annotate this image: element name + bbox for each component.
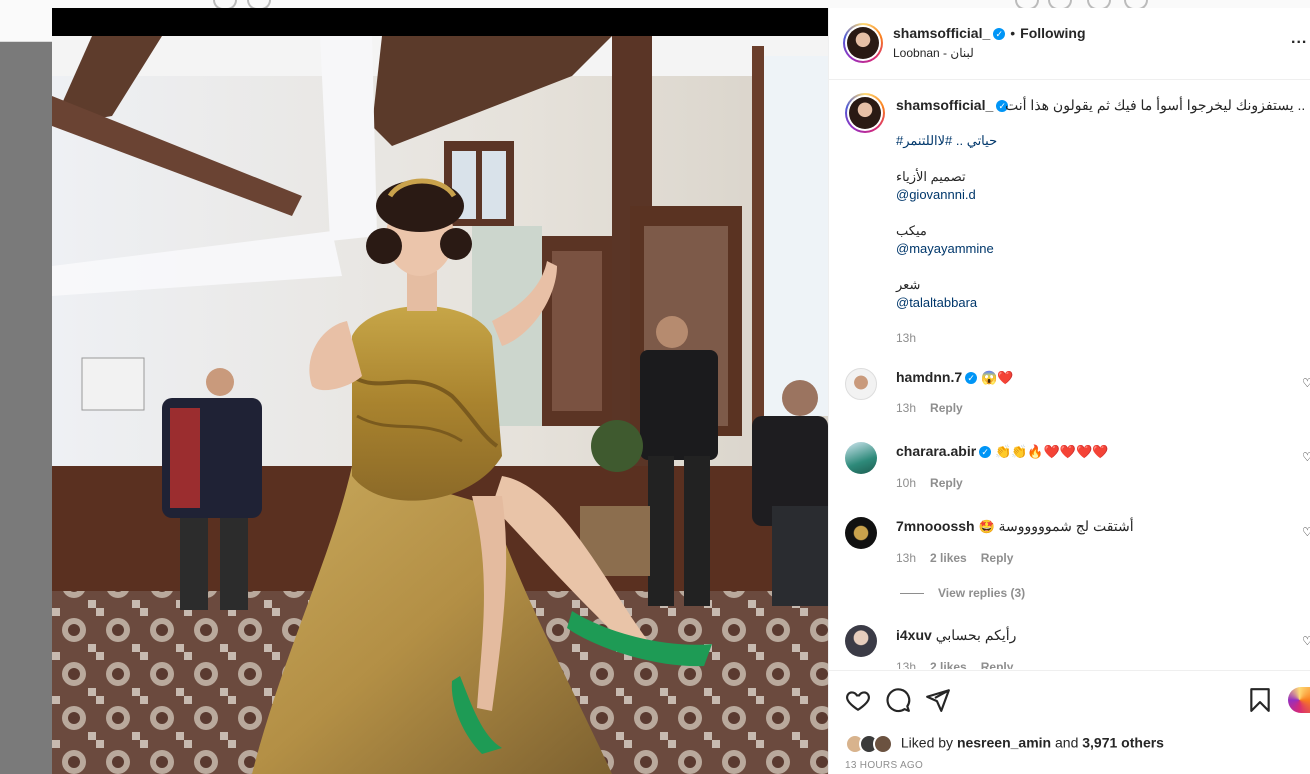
replies-divider [900, 593, 924, 595]
caption-text: .. يستفزونك ليخرجوا أسوأ ما فيك ثم يقولو… [1005, 97, 1306, 113]
comment-username[interactable]: hamdnn.7 [896, 369, 962, 385]
comment: i4xuv رأيكم بحسابي [896, 627, 1016, 644]
author-avatar[interactable] [843, 23, 883, 63]
share-icon[interactable] [925, 687, 951, 713]
caption-username[interactable]: shamsofficial_ [896, 97, 993, 113]
comment-text: رأيكم بحسابي [935, 627, 1017, 643]
post-timestamp[interactable]: 13 HOURS AGO [845, 760, 923, 771]
modal-overlay[interactable] [0, 42, 52, 774]
liked-by-row: Liked by nesreen_amin and 3,971 others [845, 734, 1164, 754]
more-icon[interactable]: ... [1291, 30, 1307, 48]
caption-hashtags[interactable]: حياتي .. #لااللتنمر# [896, 132, 997, 150]
author-username[interactable]: shamsofficial_ [893, 25, 990, 41]
bookmark-icon[interactable] [1247, 687, 1273, 713]
comment: 7mnooossh 🤩 أشتقت لج شموووووسة [896, 518, 1134, 535]
verified-icon: ✓ [993, 28, 1006, 41]
comment-meta: 13h 2 likes Reply [896, 660, 1027, 669]
post-media-image[interactable] [52, 36, 828, 774]
comment-time: 10h [896, 476, 917, 490]
reply-button[interactable]: Reply [981, 551, 1014, 565]
post-actions-bar: Liked by nesreen_amin and 3,971 others 1… [829, 670, 1310, 774]
comment-like-heart-icon[interactable]: ♡ [1302, 376, 1310, 390]
story-ring-icon[interactable] [1288, 687, 1310, 713]
heart-icon[interactable] [845, 687, 871, 713]
comment-likes-count[interactable]: 2 likes [930, 660, 967, 669]
media-top-bar [52, 8, 828, 36]
liked-by-and: and [1055, 734, 1079, 751]
comment-time: 13h [896, 551, 917, 565]
comment-meta: 13h Reply [896, 401, 977, 415]
separator-dot: • [1010, 25, 1016, 41]
comment-meta: 13h 2 likes Reply [896, 551, 1027, 565]
reply-button[interactable]: Reply [930, 401, 963, 415]
comment-avatar[interactable] [845, 368, 877, 400]
comment-likes-count[interactable]: 2 likes [930, 551, 967, 565]
comment-avatar[interactable] [845, 517, 877, 549]
liked-by-prefix: Liked by [900, 734, 954, 751]
post-photo-illustration [52, 36, 828, 774]
caption-fashion-handle[interactable]: @giovannni.d [896, 186, 976, 204]
caption-author: shamsofficial_ ✓ [896, 97, 1009, 115]
caption-hair-label: شعر [896, 277, 921, 292]
comment-emoji: 🤩 [978, 519, 995, 534]
caption-makeup-label: ميكب [896, 223, 927, 238]
verified-icon: ✓ [979, 446, 992, 459]
post-location[interactable]: Loobnan - لبنان [893, 46, 974, 60]
caption-makeup-handle[interactable]: @mayayammine [896, 240, 994, 258]
comment-time: 13h [896, 660, 917, 669]
liked-by-avatars[interactable] [845, 734, 897, 754]
comment-username[interactable]: i4xuv [896, 627, 932, 643]
view-replies-label: View replies (3) [938, 586, 1026, 600]
comment-time: 13h [896, 401, 917, 415]
reply-button[interactable]: Reply [930, 476, 963, 490]
verified-icon: ✓ [965, 372, 978, 385]
author-info: shamsofficial_ ✓ • Following [893, 25, 1086, 41]
reply-button[interactable]: Reply [981, 660, 1014, 669]
comment-emoji: 👏👏🔥❤️❤️❤️❤️ [995, 444, 1109, 459]
comment-like-heart-icon[interactable]: ♡ [1302, 634, 1310, 648]
comment-emoji: 😱❤️ [981, 370, 1014, 385]
comment-username[interactable]: 7mnooossh [896, 518, 975, 534]
caption-hair-handle[interactable]: @talaltabbara [896, 294, 977, 312]
caption-time: 13h [896, 331, 917, 345]
post-details-panel: shamsofficial_ ✓ • Following Loobnan - لبنا… [828, 8, 1310, 774]
comment-avatar[interactable] [845, 442, 877, 474]
post-header: shamsofficial_ ✓ • Following Loobnan - لبنا… [829, 8, 1310, 80]
comment-meta: 10h Reply [896, 476, 977, 490]
comments-section[interactable]: shamsofficial_ ✓ .. يستفزونك ليخرجوا أسوأ… [829, 81, 1310, 669]
caption-author-avatar[interactable] [845, 93, 885, 133]
comment: charara.abir ✓ 👏👏🔥❤️❤️❤️❤️ [896, 443, 1108, 460]
comment: hamdnn.7 ✓ 😱❤️ [896, 369, 1013, 386]
following-button[interactable]: Following [1020, 25, 1085, 41]
liked-by-others[interactable]: 3,971 others [1082, 735, 1164, 751]
liked-by-user[interactable]: nesreen_amin [957, 735, 1051, 751]
comment-like-heart-icon[interactable]: ♡ [1302, 450, 1310, 464]
comment-username[interactable]: charara.abir [896, 443, 976, 459]
comment-avatar[interactable] [845, 625, 877, 657]
comment-text: أشتقت لج شموووووسة [998, 518, 1134, 534]
comment-icon[interactable] [885, 687, 911, 713]
view-replies-button[interactable]: View replies (3) [900, 586, 1025, 600]
caption-fashion-label: تصميم الأزياء [896, 169, 966, 184]
comment-like-heart-icon[interactable]: ♡ [1302, 525, 1310, 539]
liker-avatar [873, 734, 893, 754]
